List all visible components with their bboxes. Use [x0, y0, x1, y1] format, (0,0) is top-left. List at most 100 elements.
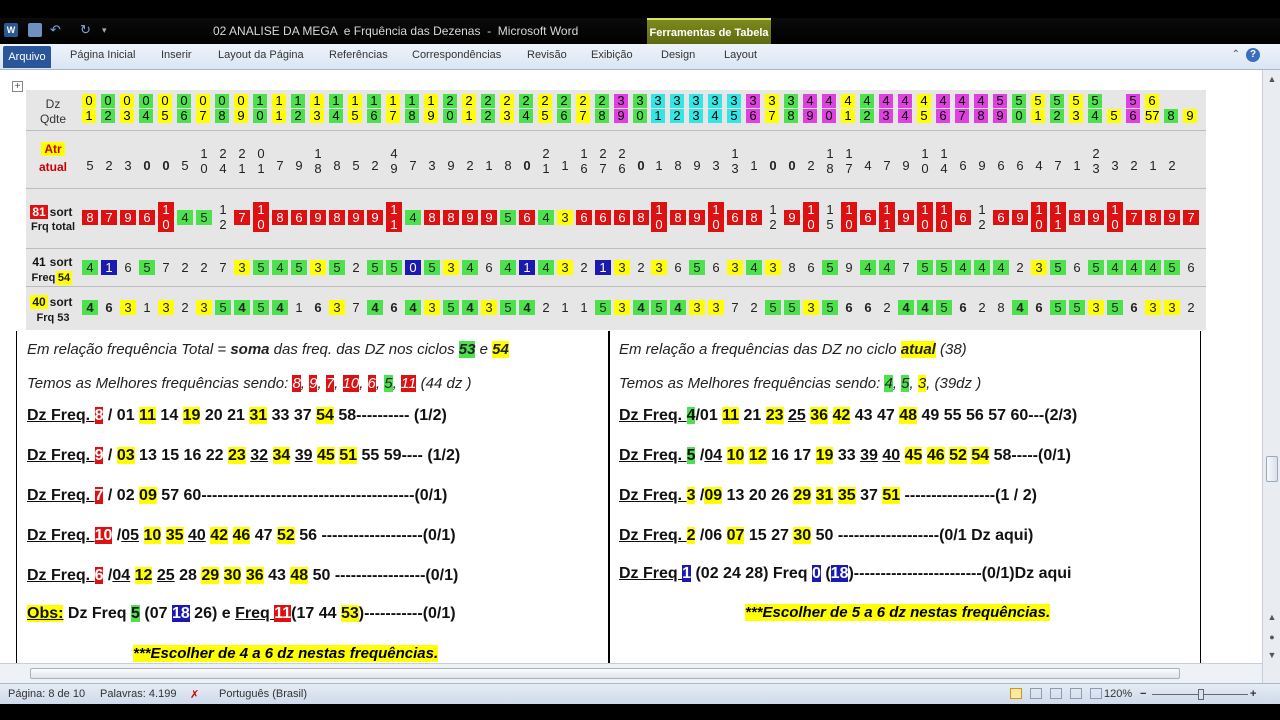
hscroll-thumb[interactable]	[30, 668, 1180, 679]
tab-correspondencias[interactable]: Correspondências	[412, 49, 501, 61]
tab-inserir[interactable]: Inserir	[161, 49, 192, 61]
dz-number: 2	[101, 109, 115, 123]
full-screen-icon[interactable]	[1030, 688, 1042, 699]
freq-41: 5	[936, 260, 952, 275]
language[interactable]: Português (Brasil)	[219, 688, 307, 700]
undo-icon[interactable]: ↶	[50, 23, 64, 37]
atr-value: 3	[428, 158, 436, 173]
atr-value: 1	[561, 158, 569, 173]
minimize-ribbon-icon[interactable]: ⌃	[1232, 49, 1240, 60]
tab-layout[interactable]: Layout	[724, 49, 757, 61]
line-part: 03	[116, 447, 135, 464]
atr-value: 2	[1130, 158, 1138, 173]
freq-40: 2	[1187, 300, 1195, 315]
dz-number: 0	[633, 109, 647, 123]
atr-value: 2	[1168, 158, 1176, 173]
outline-icon[interactable]	[1070, 688, 1082, 699]
tab-referencias[interactable]: Referências	[329, 49, 388, 61]
tab-layout-pagina[interactable]: Layout da Página	[218, 49, 304, 61]
right-intro: Em relação a frequências das DZ no ciclo…	[619, 341, 967, 358]
dz-number: 5	[1107, 109, 1121, 123]
freq-81: 8	[82, 210, 98, 225]
atr-value: 1 0	[200, 146, 208, 176]
browse-object-icon[interactable]: ●	[1265, 630, 1279, 644]
dz-number: 2	[462, 94, 476, 108]
freq-81: 9	[120, 210, 136, 225]
dz-number: 0	[120, 94, 134, 108]
dz-number: 5	[1012, 94, 1026, 108]
atr-value: 1 0	[921, 146, 929, 176]
line-part	[268, 447, 272, 464]
zoom-out-icon[interactable]: −	[1140, 688, 1146, 700]
freq-81: 9	[1012, 210, 1028, 225]
redo-icon[interactable]: ↻	[80, 23, 94, 37]
row-separator	[26, 248, 1206, 249]
atr-value: 0	[523, 158, 531, 173]
draft-icon[interactable]	[1090, 688, 1102, 699]
dz-number: 4	[936, 94, 950, 108]
left-best: Temos as Melhores frequências sendo: 8, …	[27, 375, 472, 392]
scroll-thumb[interactable]	[1266, 456, 1278, 482]
tab-exibicao[interactable]: Exibição	[591, 49, 633, 61]
print-layout-icon[interactable]	[1010, 688, 1022, 699]
freq-41: 3	[234, 260, 250, 275]
save-icon[interactable]	[28, 23, 42, 37]
dz-number: 9	[424, 109, 438, 123]
line-part: 56 -------------------(0/1)	[294, 527, 456, 544]
line-part: 19	[182, 407, 201, 424]
document-area[interactable]: + Dz Qdte Atr atual 81 sort Frq total 41 sort Fre…	[0, 70, 1262, 683]
tab-pagina-inicial[interactable]: Página Inicial	[70, 49, 135, 61]
word-app-icon[interactable]: W	[4, 23, 18, 37]
help-icon[interactable]: ?	[1246, 48, 1260, 62]
line-part: 11	[722, 407, 740, 424]
dz-number: 4	[841, 94, 855, 108]
freq-81: 9	[348, 210, 364, 225]
freq-81: 6	[139, 210, 155, 225]
tab-design[interactable]: Design	[661, 49, 695, 61]
num-18: 18	[830, 565, 849, 582]
customize-qat-icon[interactable]: ▾	[102, 23, 116, 37]
line-part: 32	[250, 447, 269, 464]
atr-value: 7	[276, 158, 284, 173]
freq-40: 1	[295, 300, 303, 315]
tab-arquivo[interactable]: Arquivo	[3, 46, 51, 68]
scroll-up-icon[interactable]: ▲	[1265, 72, 1279, 86]
zoom-slider-thumb[interactable]	[1198, 689, 1204, 700]
line-part: 43 47	[850, 407, 900, 424]
proofing-icon[interactable]: ✗	[190, 688, 199, 701]
dz-number: 4	[974, 94, 988, 108]
vertical-scrollbar[interactable]: ▲ ▲ ● ▼	[1262, 70, 1280, 683]
word-count[interactable]: Palavras: 4.199	[100, 688, 176, 700]
zoom-in-icon[interactable]: +	[1250, 688, 1256, 700]
line-part: 52	[949, 447, 967, 464]
freq-40: 5	[1069, 300, 1085, 315]
freq-41: 3	[651, 260, 667, 275]
scroll-down-page-icon[interactable]: ▼	[1265, 648, 1279, 662]
line-part: 12	[748, 447, 767, 464]
line-part: 05	[121, 527, 140, 544]
freq-40: 3	[158, 300, 174, 315]
freq-line: Dz Freq. 10 /05 10 35 40 42 46 47 52 56 …	[27, 527, 456, 545]
freq-40: 6	[314, 300, 322, 315]
freq-41: 3	[557, 260, 573, 275]
freq-81: 8	[1069, 210, 1085, 225]
freq-40: 6	[390, 300, 398, 315]
atr-value: 1	[485, 158, 493, 173]
web-layout-icon[interactable]	[1050, 688, 1062, 699]
right-note: ***Escolher de 5 a 6 dz nestas frequênci…	[745, 604, 1051, 621]
scroll-up-page-icon[interactable]: ▲	[1265, 610, 1279, 624]
freq-41: 4	[1126, 260, 1142, 275]
freq-81: 7	[101, 210, 117, 225]
row-separator	[26, 130, 1206, 131]
dz-number: 7	[955, 109, 969, 123]
line-part: 20 21	[200, 407, 250, 424]
freq-40: 7	[731, 300, 739, 315]
freq-40: 3	[1145, 300, 1161, 315]
freq-41: 4	[879, 260, 895, 275]
page-count[interactable]: Página: 8 de 10	[8, 688, 85, 700]
tab-revisao[interactable]: Revisão	[527, 49, 567, 61]
zoom-level[interactable]: 120%	[1104, 688, 1132, 700]
table-move-handle-icon[interactable]: +	[12, 81, 23, 92]
horizontal-scrollbar[interactable]	[0, 663, 1262, 683]
dz-number: 1	[272, 94, 286, 108]
